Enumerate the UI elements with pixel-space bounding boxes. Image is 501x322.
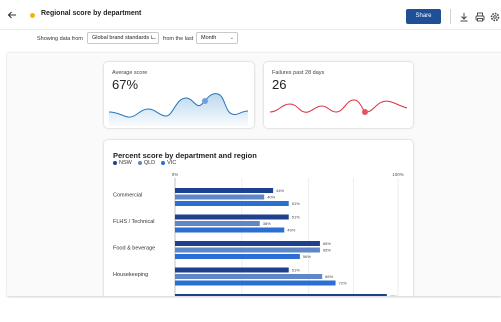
dashboard-panel: Average score 67% Failures past 28 days … [7,52,501,296]
kpi-card-failures[interactable]: Failures past 28 days 26 [264,62,413,128]
arrow-left-icon[interactable] [6,9,18,21]
bar-value-label: 65% [323,248,331,253]
sparkline-marker [202,98,208,104]
showing-label: Showing data from [37,36,83,42]
bar-value-label: 51% [292,201,300,206]
period-value: Month [201,35,217,41]
bar-qld [175,194,265,200]
filter-bar: Showing data from Global brand standards… [0,30,501,50]
bar-value-label: 40% [267,195,275,200]
bar-nsw [175,241,320,246]
x-tick-label: 0% [172,172,179,177]
toolbar-divider [450,9,451,24]
gear-icon[interactable] [489,10,501,22]
category-label: Housekeeping [113,272,148,278]
failures-sparkline [269,99,408,115]
bar-value-label: 51% [292,268,300,273]
status-dot [30,13,35,18]
kpi-label: Average score [112,70,148,76]
bar-nsw [175,214,289,220]
bar-value-label: 51% [292,215,300,220]
bar-qld [175,221,260,226]
bar-vic [175,254,300,259]
page-title: Regional score by department [41,10,142,17]
bar-value-label: 72% [339,281,347,286]
data-source-value: Global brand standards i... [92,35,157,41]
download-icon[interactable] [458,10,470,22]
average-score-sparkline [108,93,249,126]
bar-value-label: 56% [303,254,311,259]
chevron-down-icon: ⌄ [150,35,155,41]
category-label: FLHS / Technical [113,219,154,225]
bar-qld [175,247,320,253]
data-source-select[interactable]: Global brand standards i... ⌄ [87,32,159,44]
category-label: Food & beverage [113,246,155,252]
bar-value-label: 66% [325,274,333,279]
chevron-down-icon: ⌄ [229,35,234,41]
sparkline-marker [362,109,368,115]
bar-vic [175,201,289,206]
bar-value-label: 95% [390,294,398,296]
category-label: Commercial [113,193,142,199]
bar-value-label: 65% [323,241,331,246]
bar-vic [175,227,285,233]
range-label: from the last [163,36,194,42]
bar-value-label: 49% [287,228,295,233]
kpi-card-average-score[interactable]: Average score 67% [104,62,254,128]
period-select[interactable]: Month ⌄ [196,32,238,44]
bar-nsw [175,188,274,193]
print-icon[interactable] [474,10,486,22]
bar-chart-card: Percent score by department and region N… [104,140,413,296]
bar-vic [175,280,336,286]
bar-nsw [175,294,387,296]
bar-nsw [175,267,289,273]
bar-value-label: 38% [263,221,271,226]
bar-chart: 0% 100% Commercial 44%40% 51% FLHS / Technica… [113,172,404,296]
bar-value-label: 44% [276,188,284,193]
kpi-label: Failures past 28 days [272,70,325,76]
share-button[interactable]: Share [406,9,441,24]
bar-qld [175,274,323,279]
top-bar: Regional score by department Share [0,0,501,30]
x-tick-label: 100% [392,172,404,177]
